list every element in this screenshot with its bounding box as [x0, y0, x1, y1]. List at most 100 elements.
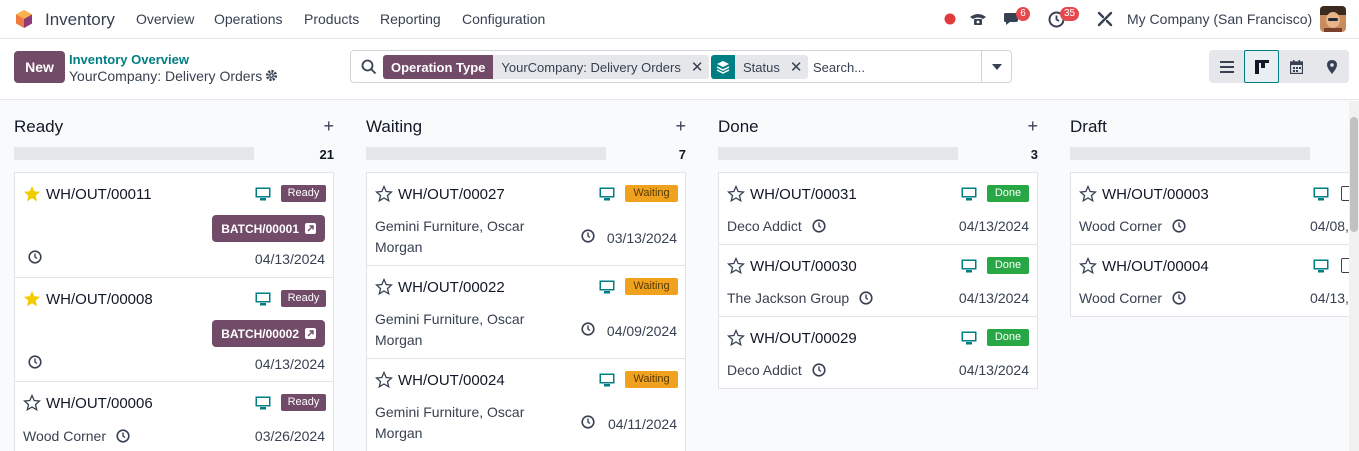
monitor-icon — [961, 259, 977, 273]
quick-create-icon[interactable]: + — [1027, 116, 1038, 137]
list-view-button[interactable] — [1209, 50, 1244, 83]
kanban-view-button[interactable] — [1244, 50, 1279, 83]
activity-clock-icon[interactable] — [28, 355, 42, 369]
view-switcher — [1209, 50, 1349, 83]
column-title: Draft — [1070, 117, 1107, 136]
partner-name-line2: Morgan — [375, 332, 423, 348]
quick-create-icon[interactable]: + — [675, 116, 686, 137]
gear-icon[interactable] — [265, 69, 278, 82]
record-name: WH/OUT/00008 — [46, 291, 153, 308]
user-avatar[interactable] — [1320, 6, 1346, 32]
activity-clock-icon[interactable] — [812, 219, 826, 233]
kanban-card[interactable]: WH/OUT/00008 Ready BATCH/00002 04/13/202… — [14, 277, 334, 382]
star-outline-icon[interactable] — [727, 185, 745, 203]
recording-dot-icon[interactable] — [940, 9, 960, 29]
status-badge: Done — [987, 185, 1029, 202]
menu-reporting[interactable]: Reporting — [380, 11, 441, 27]
new-button[interactable]: New — [14, 51, 65, 83]
kanban-card[interactable]: WH/OUT/00024 Waiting Gemini Furniture, O… — [366, 358, 686, 451]
facet-operation-type: Operation Type YourCompany: Delivery Ord… — [383, 55, 710, 79]
record-name: WH/OUT/00022 — [398, 279, 505, 296]
record-name: WH/OUT/00029 — [750, 330, 857, 347]
column-progress-bar[interactable] — [14, 147, 254, 160]
kanban-card[interactable]: WH/OUT/00006 Ready Wood Corner 03/26/202… — [14, 381, 334, 451]
activity-clock-icon[interactable] — [581, 229, 595, 243]
kanban-board: Ready + 21 WH/OUT/00011 Ready BATCH/0000… — [0, 101, 1359, 451]
calendar-view-button[interactable] — [1279, 50, 1314, 83]
kanban-card[interactable]: WH/OUT/00029 Done Deco Addict 04/13/2024 — [718, 316, 1038, 389]
activity-clock-icon[interactable] — [116, 429, 130, 443]
breadcrumb-inventory-overview[interactable]: Inventory Overview — [69, 52, 189, 67]
activity-clock-icon[interactable] — [812, 363, 826, 377]
star-outline-icon[interactable] — [1079, 257, 1097, 275]
facet-value: YourCompany: Delivery Orders — [501, 59, 681, 75]
inventory-app-icon[interactable] — [14, 9, 34, 29]
facet-remove-icon[interactable]: ✕ — [691, 58, 704, 76]
list-icon — [1219, 60, 1234, 73]
monitor-icon — [255, 396, 271, 410]
kanban-card[interactable]: WH/OUT/00003 Wood Corner 04/08, — [1070, 172, 1359, 245]
star-filled-icon[interactable] — [23, 290, 41, 308]
vertical-scrollbar[interactable] — [1349, 101, 1359, 451]
star-outline-icon[interactable] — [375, 278, 393, 296]
column-progress-bar[interactable] — [1070, 147, 1310, 160]
scheduled-date: 03/26/2024 — [254, 428, 325, 444]
menu-products[interactable]: Products — [304, 11, 359, 27]
status-badge: Ready — [281, 290, 326, 307]
search-input[interactable] — [813, 57, 973, 77]
column-progress-bar[interactable] — [366, 147, 606, 160]
column-progress-bar[interactable] — [718, 147, 958, 160]
scheduled-date: 04/13/2024 — [958, 218, 1029, 234]
phone-icon[interactable] — [968, 9, 988, 29]
menu-configuration[interactable]: Configuration — [462, 11, 545, 27]
record-name: WH/OUT/00003 — [1102, 186, 1209, 203]
monitor-icon — [599, 373, 615, 387]
star-outline-icon[interactable] — [727, 257, 745, 275]
menu-overview[interactable]: Overview — [136, 11, 194, 27]
star-outline-icon[interactable] — [23, 394, 41, 412]
calendar-icon — [1290, 59, 1303, 74]
star-filled-icon[interactable] — [23, 185, 41, 203]
menu-operations[interactable]: Operations — [214, 11, 282, 27]
map-view-button[interactable] — [1314, 50, 1349, 83]
kanban-card[interactable]: WH/OUT/00030 Done The Jackson Group 04/1… — [718, 244, 1038, 317]
kanban-card[interactable]: WH/OUT/00022 Waiting Gemini Furniture, O… — [366, 265, 686, 359]
app-name[interactable]: Inventory — [45, 10, 115, 30]
scrollbar-thumb[interactable] — [1350, 117, 1358, 232]
kanban-card[interactable]: WH/OUT/00004 Wood Corner 04/13, — [1070, 244, 1359, 317]
monitor-icon — [599, 187, 615, 201]
partner-name-line1: Gemini Furniture, Oscar — [375, 218, 525, 234]
facet-remove-icon[interactable]: ✕ — [790, 58, 803, 76]
activity-clock-icon[interactable] — [1172, 219, 1186, 233]
scheduled-date: 04/13, — [1310, 290, 1349, 306]
batch-button[interactable]: BATCH/00001 — [212, 215, 325, 242]
status-badge: Waiting — [625, 278, 678, 295]
star-outline-icon[interactable] — [1079, 185, 1097, 203]
filter-layers-icon — [711, 55, 735, 79]
activity-clock-icon[interactable] — [581, 322, 595, 336]
facet-status: Status ✕ — [711, 55, 809, 79]
quick-create-icon[interactable]: + — [323, 116, 334, 137]
star-outline-icon[interactable] — [375, 185, 393, 203]
kanban-card[interactable]: WH/OUT/00031 Done Deco Addict 04/13/2024 — [718, 172, 1038, 245]
activity-clock-icon[interactable] — [28, 250, 42, 264]
star-outline-icon[interactable] — [375, 371, 393, 389]
map-marker-icon — [1326, 59, 1337, 74]
batch-button[interactable]: BATCH/00002 — [212, 320, 325, 347]
chat-count-badge: 6 — [1016, 7, 1030, 21]
activity-clock-icon[interactable] — [859, 291, 873, 305]
tools-icon[interactable] — [1095, 9, 1115, 29]
kanban-card[interactable]: WH/OUT/00027 Waiting Gemini Furniture, O… — [366, 172, 686, 266]
activity-count-badge: 35 — [1060, 7, 1080, 21]
company-switcher[interactable]: My Company (San Francisco) — [1127, 11, 1312, 27]
scheduled-date: 04/13/2024 — [958, 362, 1029, 378]
activity-clock-icon[interactable] — [581, 415, 595, 429]
kanban-card[interactable]: WH/OUT/00011 Ready BATCH/00001 04/13/202… — [14, 172, 334, 278]
scheduled-date: 03/13/2024 — [606, 230, 677, 246]
activity-clock-icon[interactable] — [1172, 291, 1186, 305]
star-outline-icon[interactable] — [727, 329, 745, 347]
search-options-toggle[interactable] — [981, 51, 1011, 82]
search-bar[interactable]: Operation Type YourCompany: Delivery Ord… — [350, 50, 1012, 83]
monitor-icon — [1313, 187, 1329, 201]
search-icon[interactable] — [361, 59, 377, 75]
